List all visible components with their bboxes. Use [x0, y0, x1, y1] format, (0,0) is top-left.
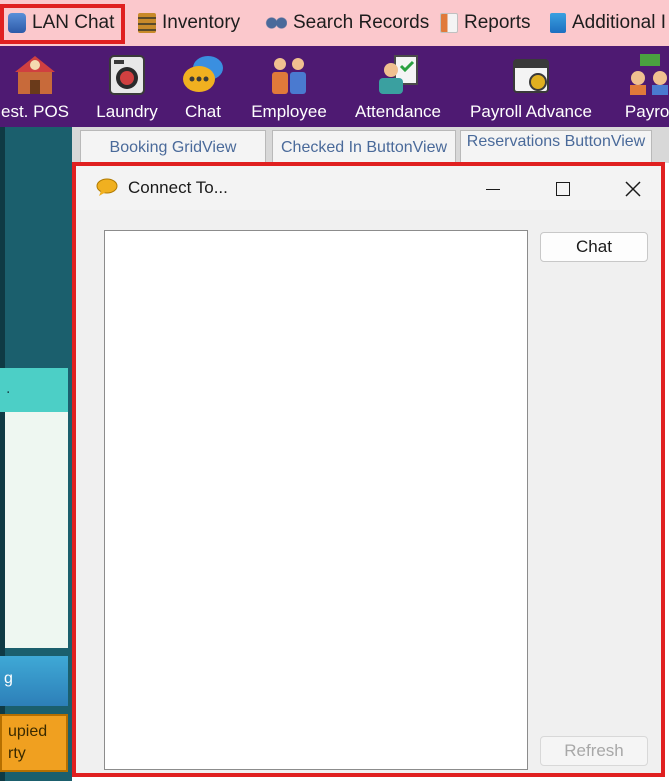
left-panel-header-text: . [6, 380, 11, 397]
left-panel-content [5, 412, 68, 648]
connections-listbox[interactable] [104, 230, 528, 770]
menu-item-search-records[interactable]: Search Records [265, 8, 429, 38]
toolbar-label: Laundry [96, 102, 158, 121]
additional-icon [550, 13, 566, 33]
inventory-icon [138, 13, 156, 33]
minimize-button[interactable] [470, 174, 516, 204]
close-icon [625, 181, 641, 197]
menu-item-additional[interactable]: Additional I [550, 8, 666, 38]
chat-bubble-icon [96, 178, 118, 196]
dialog-title-bar[interactable]: Connect To... [76, 166, 661, 210]
toolbar-attendance-button[interactable]: Attendance [350, 46, 446, 127]
lan-chat-highlight [0, 4, 125, 44]
payroll-advance-icon [508, 52, 554, 98]
menu-item-label: Inventory [162, 12, 241, 33]
toolbar-employee-button[interactable]: Employee [248, 46, 330, 127]
search-records-icon [265, 13, 287, 33]
close-button[interactable] [610, 174, 656, 204]
refresh-button[interactable]: Refresh [540, 736, 648, 766]
chat-button[interactable]: Chat [540, 232, 648, 262]
menu-item-label: Additional I [572, 12, 667, 33]
toolbar-payroll-button[interactable]: Payrol [614, 46, 669, 127]
tab-reservations-buttonview[interactable]: Reservations ButtonView [460, 130, 652, 164]
toolbar-label: Attendance [354, 102, 441, 121]
toolbar-label: Payroll Advance [470, 102, 592, 121]
left-panel-header[interactable]: . [0, 368, 68, 412]
menu-item-inventory[interactable]: Inventory [138, 8, 240, 38]
attendance-icon [375, 52, 421, 98]
minimize-icon [486, 188, 500, 190]
main-toolbar: est. POS Laundry Chat Employee Attendanc… [0, 46, 669, 127]
tab-label: Reservations ButtonView [466, 133, 646, 150]
toolbar-payroll-advance-button[interactable]: Payroll Advance [468, 46, 594, 127]
connect-to-dialog: Connect To... Chat Refresh [72, 162, 665, 777]
payroll-icon [626, 52, 669, 98]
occupied-line-2: rty [8, 745, 26, 762]
left-panel-blue-text: g [4, 670, 13, 687]
maximize-icon [556, 182, 570, 196]
employee-icon [266, 52, 312, 98]
tab-checked-in-buttonview[interactable]: Checked In ButtonView [272, 130, 456, 164]
menu-item-label: Reports [464, 12, 531, 33]
maximize-button[interactable] [540, 174, 586, 204]
tab-booking-gridview[interactable]: Booking GridView [80, 130, 266, 164]
toolbar-laundry-button[interactable]: Laundry [92, 46, 162, 127]
menu-item-label: Search Records [293, 12, 430, 33]
toolbar-rest-pos-button[interactable]: est. POS [0, 46, 70, 127]
occupied-property-button[interactable]: upied rty [0, 714, 68, 772]
reports-icon [440, 13, 458, 33]
restaurant-pos-icon [12, 52, 58, 98]
tab-label: Booking GridView [109, 138, 237, 156]
menu-item-reports[interactable]: Reports [440, 8, 531, 38]
toolbar-label: est. POS [0, 102, 70, 121]
chat-icon [180, 52, 226, 98]
occupied-line-1: upied [8, 723, 48, 740]
toolbar-chat-button[interactable]: Chat [172, 46, 234, 127]
toolbar-label: Chat [185, 102, 221, 121]
tab-label: Checked In ButtonView [280, 138, 448, 156]
toolbar-label: Employee [251, 102, 327, 121]
left-panel-blue-button[interactable]: g [0, 656, 68, 706]
laundry-icon [104, 52, 150, 98]
toolbar-label: Payrol [624, 102, 669, 121]
dialog-title: Connect To... [128, 178, 228, 197]
